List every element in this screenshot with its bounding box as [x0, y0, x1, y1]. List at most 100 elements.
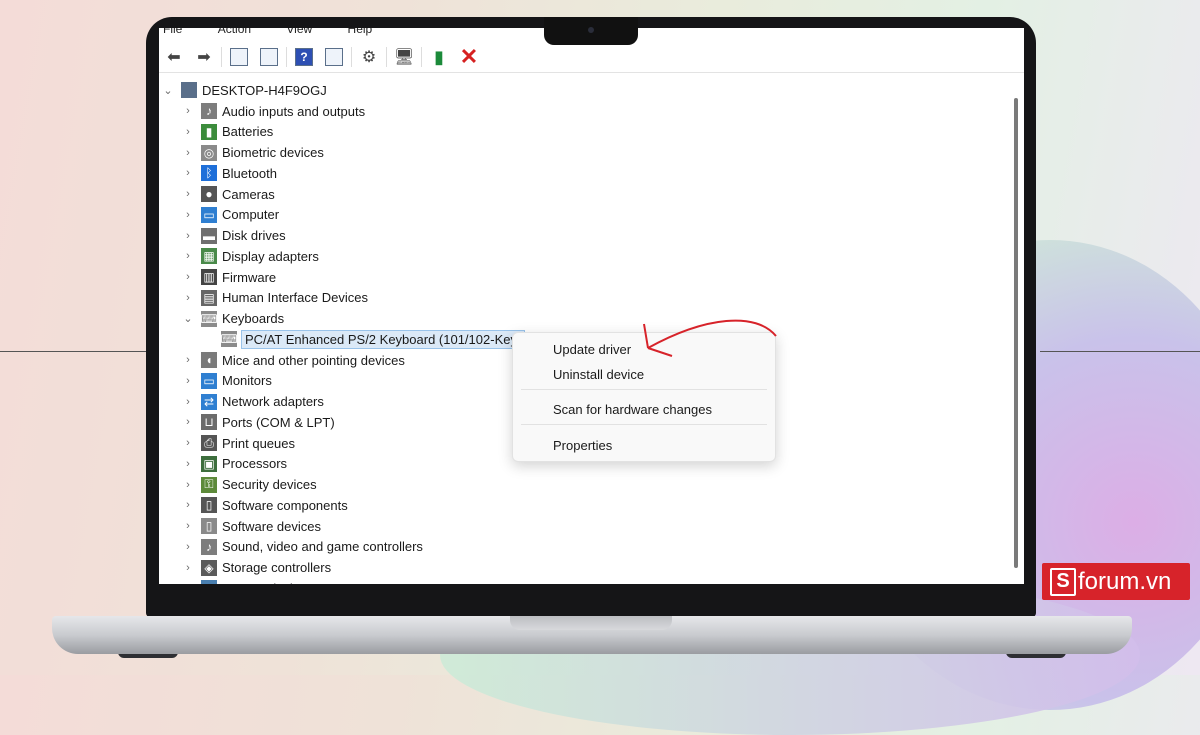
- tree-category[interactable]: ⌄ ⌨ Keyboards: [181, 309, 284, 329]
- tree-device-keyboard[interactable]: ⌨ PC/AT Enhanced PS/2 Keyboard (101/102-K…: [220, 329, 526, 349]
- chevron-right-icon[interactable]: ›: [181, 437, 195, 449]
- context-properties[interactable]: Properties: [553, 438, 612, 453]
- chevron-right-icon[interactable]: ›: [181, 126, 195, 138]
- system-icon: ▣: [201, 580, 217, 584]
- tree-category-label: Mice and other pointing devices: [222, 352, 405, 368]
- chevron-right-icon[interactable]: ›: [181, 354, 195, 366]
- enable-icon: ▮: [434, 46, 444, 67]
- chevron-right-icon[interactable]: ›: [181, 230, 195, 242]
- chevron-right-icon[interactable]: ›: [181, 147, 195, 159]
- chevron-right-icon[interactable]: ›: [181, 582, 195, 584]
- chevron-right-icon[interactable]: ›: [181, 105, 195, 117]
- arrow-left-icon: ⬅: [167, 49, 181, 66]
- tree-category[interactable]: › ⊔ Ports (COM & LPT): [181, 412, 335, 432]
- tree-category[interactable]: › ▥ Firmware: [181, 267, 276, 287]
- chevron-down-icon[interactable]: ⌄: [161, 84, 175, 97]
- battery-icon: ▮: [201, 123, 217, 140]
- chevron-right-icon[interactable]: ›: [181, 375, 195, 387]
- laptop-groove: [510, 616, 672, 630]
- menu-file[interactable]: File: [163, 28, 182, 36]
- tree-category-label: Storage controllers: [222, 560, 332, 575]
- menu-action[interactable]: Action: [218, 28, 251, 36]
- tree-category-label: Bluetooth: [222, 165, 277, 181]
- tree-category[interactable]: › ◎ Biometric devices: [181, 143, 324, 163]
- mouse-icon: ◖: [201, 352, 217, 368]
- menu-help[interactable]: Help: [348, 28, 373, 36]
- chevron-right-icon[interactable]: ›: [181, 416, 195, 428]
- tree-category[interactable]: › ▭ Computer: [181, 205, 279, 225]
- chevron-right-icon[interactable]: ›: [181, 250, 195, 262]
- watermark-badge: S forum.vn: [1042, 563, 1190, 600]
- software-component-icon: ▯: [201, 497, 217, 514]
- tree-category[interactable]: › ▭ Monitors: [181, 371, 272, 391]
- update-driver-toolbar-button[interactable]: ⚙: [356, 44, 382, 70]
- tree-category[interactable]: › ▮ Batteries: [181, 122, 273, 142]
- firmware-icon: ▥: [201, 269, 217, 285]
- scan-hardware-button[interactable]: 🖥: [391, 44, 417, 70]
- action-pane-button[interactable]: [321, 44, 347, 70]
- bluetooth-icon: ᛒ: [201, 165, 217, 182]
- back-button[interactable]: ⬅: [161, 44, 187, 70]
- tree-category[interactable]: › ▤ Human Interface Devices: [181, 288, 368, 308]
- show-hide-console-tree-button[interactable]: [226, 44, 252, 70]
- chevron-right-icon[interactable]: ›: [181, 396, 195, 408]
- vertical-scrollbar[interactable]: [1014, 98, 1018, 568]
- tree-category[interactable]: › ▯ Software components: [181, 495, 348, 515]
- chevron-right-icon[interactable]: ›: [181, 188, 195, 200]
- enable-device-button[interactable]: ▮: [426, 44, 452, 70]
- chevron-right-icon[interactable]: ›: [181, 499, 195, 511]
- tree-category-label: Biometric devices: [222, 145, 324, 160]
- properties-button[interactable]: [256, 44, 282, 70]
- context-update-driver[interactable]: Update driver: [553, 342, 631, 357]
- tree-category[interactable]: › ᛒ Bluetooth: [181, 163, 277, 183]
- tree-category-label: Ports (COM & LPT): [222, 414, 335, 430]
- tree-category[interactable]: › ● Cameras: [181, 184, 275, 204]
- tree-category[interactable]: › ▣ System devices: [181, 578, 313, 584]
- tree-category[interactable]: › ♪ Sound, video and game controllers: [181, 537, 423, 557]
- chevron-right-icon[interactable]: ›: [181, 520, 195, 532]
- update-driver-icon: ⚙: [361, 49, 377, 66]
- menu-bar: File Action View Help: [159, 28, 400, 36]
- chevron-right-icon[interactable]: ›: [181, 209, 195, 221]
- toolbar-divider: [286, 47, 287, 67]
- tree-category[interactable]: › ▣ Processors: [181, 454, 287, 474]
- tree-category-label: Network adapters: [222, 394, 324, 409]
- chevron-right-icon[interactable]: ›: [181, 167, 195, 179]
- laptop-notch: [544, 17, 638, 45]
- toolbar-divider: [421, 47, 422, 67]
- tree-category[interactable]: › ◖ Mice and other pointing devices: [181, 350, 405, 370]
- tree-category-label: Sound, video and game controllers: [222, 539, 423, 555]
- chevron-right-icon[interactable]: ›: [181, 271, 195, 283]
- tree-category[interactable]: › ▦ Display adapters: [181, 246, 319, 266]
- tree-category-label: Security devices: [222, 477, 317, 492]
- context-scan-hardware[interactable]: Scan for hardware changes: [553, 402, 712, 417]
- chevron-right-icon[interactable]: ›: [181, 458, 195, 470]
- tree-category[interactable]: › ⎙ Print queues: [181, 433, 295, 453]
- chevron-right-icon[interactable]: ›: [181, 541, 195, 553]
- keyboard-icon: ⌨: [200, 310, 218, 327]
- console-tree-icon: [230, 48, 248, 66]
- chevron-right-icon[interactable]: ›: [181, 292, 195, 304]
- tree-category-label: System devices: [222, 581, 313, 584]
- menu-view[interactable]: View: [286, 28, 312, 36]
- chevron-down-icon[interactable]: ⌄: [181, 312, 195, 325]
- chevron-right-icon[interactable]: ›: [181, 479, 195, 491]
- help-button[interactable]: ?: [291, 44, 317, 70]
- forward-button[interactable]: ➡: [191, 44, 217, 70]
- annotation-arrow: [643, 319, 777, 357]
- tree-category[interactable]: › ▯ Software devices: [181, 516, 321, 536]
- chevron-right-icon[interactable]: ›: [181, 562, 195, 574]
- uninstall-device-button[interactable]: ✕: [456, 44, 482, 70]
- tree-category[interactable]: › ♪ Audio inputs and outputs: [181, 101, 365, 121]
- tree-category-label: Display adapters: [222, 248, 319, 264]
- context-divider: [521, 424, 767, 425]
- tree-category[interactable]: › ◈ Storage controllers: [181, 558, 331, 578]
- tree-category[interactable]: › ⇄ Network adapters: [181, 392, 324, 412]
- context-uninstall-device[interactable]: Uninstall device: [553, 367, 644, 382]
- fingerprint-icon: ◎: [201, 144, 217, 161]
- arrow-right-icon: ➡: [197, 49, 211, 66]
- tree-category-label: Human Interface Devices: [222, 290, 368, 306]
- tree-root[interactable]: ⌄ DESKTOP-H4F9OGJ: [161, 80, 327, 100]
- tree-category[interactable]: › ▬ Disk drives: [181, 226, 286, 246]
- tree-category[interactable]: › ⚿ Security devices: [181, 475, 317, 495]
